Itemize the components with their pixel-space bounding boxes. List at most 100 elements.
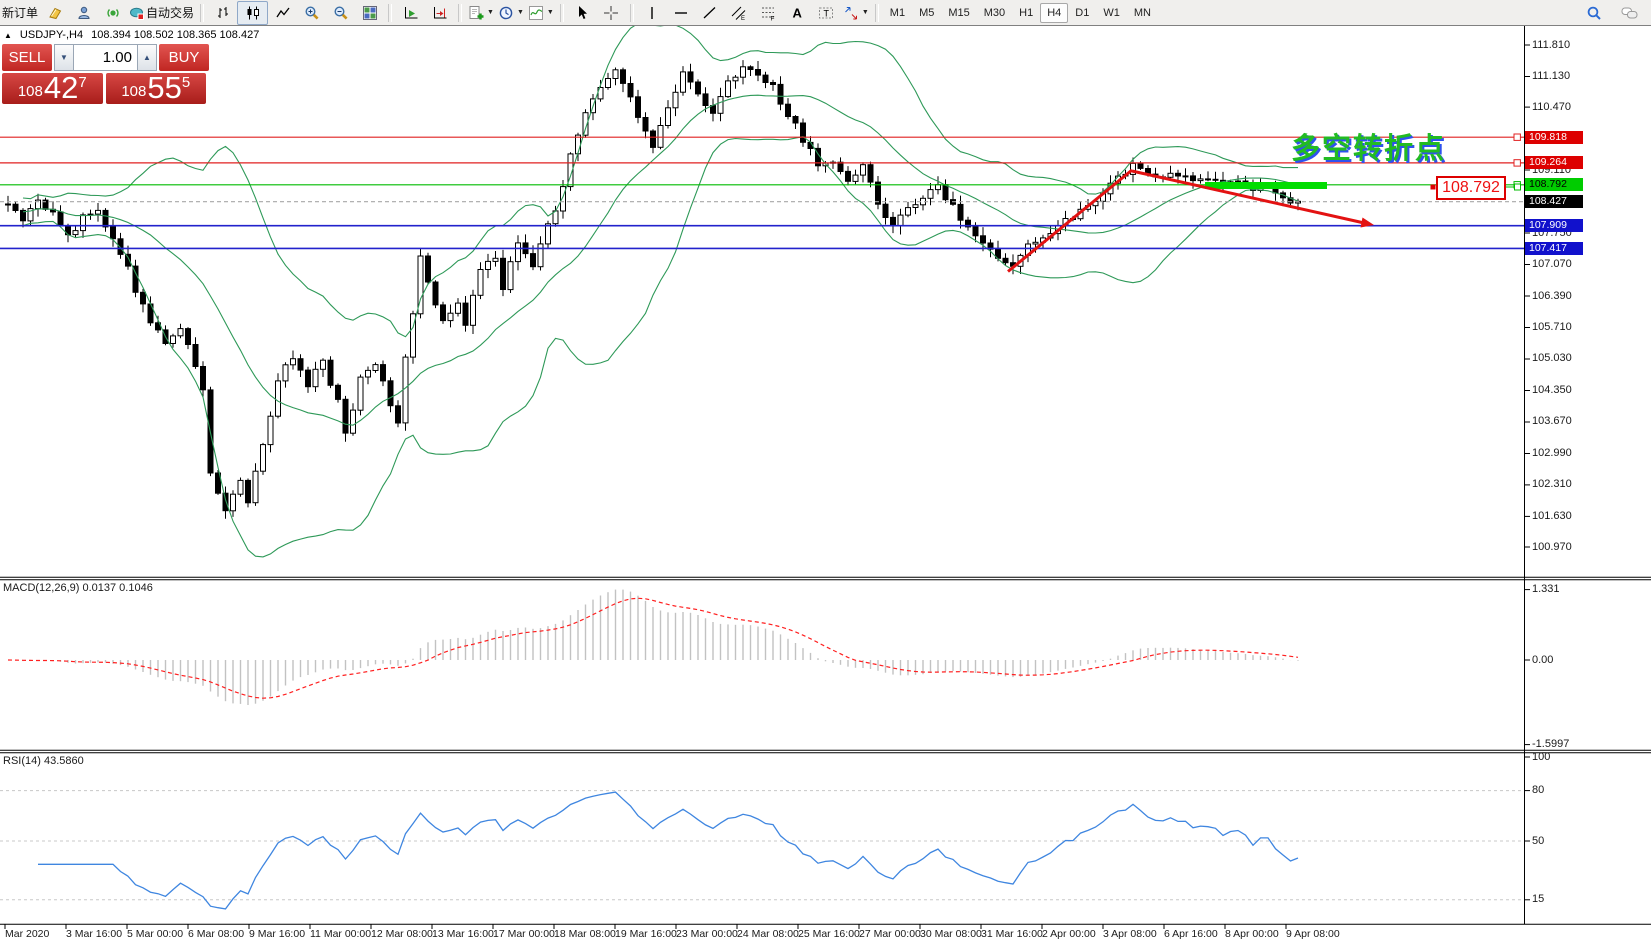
turning-point-annotation: 多空转折点	[1291, 125, 1446, 167]
rsi-axis-tick: 100	[1532, 751, 1550, 763]
hline-price-badge: 107.417	[1525, 242, 1583, 255]
text-button[interactable]: A	[783, 2, 812, 24]
periods-button[interactable]: ▼	[496, 2, 526, 24]
toolbar: 新订单 自动交易 ▼ ▼ ▼ EFAT ▼ M1M5M15M30H1H4D1W1MN	[0, 0, 1651, 26]
time-axis-label: 12 Mar 08:00	[371, 928, 433, 940]
price-axis-tick: 100.970	[1532, 541, 1572, 553]
sell-button[interactable]: SELL	[2, 44, 52, 71]
line-chart-button[interactable]	[268, 2, 297, 24]
toolbar-separator	[458, 4, 462, 22]
text-icon: A	[789, 5, 805, 21]
time-axis-label: 13 Mar 16:00	[432, 928, 494, 940]
horizontal-line-button[interactable]	[667, 2, 696, 24]
cursor-icon	[574, 5, 590, 21]
chat-button[interactable]	[1614, 2, 1643, 24]
signal-icon	[105, 5, 121, 21]
time-axis-label: 19 Mar 16:00	[615, 928, 677, 940]
timeframe-m1-button[interactable]: M1	[883, 3, 912, 23]
timeframe-d1-button[interactable]: D1	[1068, 3, 1096, 23]
indicators-button[interactable]: ▼	[526, 2, 556, 24]
time-axis-label: 23 Mar 00:00	[676, 928, 738, 940]
zoom-out-button[interactable]	[326, 2, 355, 24]
mt4-application-window: 新订单 自动交易 ▼ ▼ ▼ EFAT ▼ M1M5M15M30H1H4D1W1MN ▲ US…	[0, 0, 1651, 945]
one-click-trading-panel: SELL ▼ ▲ BUY 108 42 7 108 55 5	[2, 44, 206, 104]
time-axis-label: 2 Apr 00:00	[1042, 928, 1096, 940]
search-button[interactable]	[1579, 2, 1608, 24]
timeframe-h4-button[interactable]: H4	[1040, 3, 1068, 23]
chevron-down-icon[interactable]: ▼	[517, 9, 524, 16]
autotrading-button[interactable]: 自动交易	[127, 2, 196, 24]
price-axis-tick: 111.130	[1532, 70, 1570, 82]
fibonacci-button[interactable]: F	[754, 2, 783, 24]
time-axis-label: 9 Apr 08:00	[1286, 928, 1340, 940]
timeframe-m15-button[interactable]: M15	[941, 3, 976, 23]
time-axis-label: Mar 2020	[5, 928, 49, 940]
toolbar-separator	[200, 4, 204, 22]
crosshair-button[interactable]	[597, 2, 626, 24]
arrows-button[interactable]: ▼	[841, 2, 871, 24]
equidistant-channel-button[interactable]: E	[725, 2, 754, 24]
rsi-indicator-label: RSI(14) 43.5860	[3, 755, 84, 767]
price-axis-tick: 106.390	[1532, 290, 1572, 302]
volume-input[interactable]	[74, 44, 137, 71]
macd-axis-tick: -1.5997	[1532, 738, 1569, 750]
chart-ohlc-values: 108.394 108.502 108.365 108.427	[91, 29, 259, 41]
new-chart-icon	[468, 5, 484, 21]
price-axis-tick: 103.670	[1532, 415, 1572, 427]
time-axis-label: 6 Mar 08:00	[188, 928, 244, 940]
trendline-button[interactable]	[696, 2, 725, 24]
toolbar-left-group: 新订单 自动交易 ▼ ▼ ▼ EFAT ▼ M1M5M15M30H1H4D1W1MN	[0, 0, 1158, 25]
tile-windows-button[interactable]	[355, 2, 384, 24]
volume-increase-button[interactable]: ▲	[137, 44, 157, 71]
sell-big-figure: 108	[18, 83, 43, 100]
timeframe-w1-button[interactable]: W1	[1096, 3, 1127, 23]
indicators-icon	[528, 5, 544, 21]
price-axis-tick: 110.470	[1532, 101, 1571, 113]
auto-scroll-button[interactable]	[396, 2, 425, 24]
cursor-button[interactable]	[568, 2, 597, 24]
journal-button[interactable]	[40, 2, 69, 24]
market-watch-button[interactable]	[98, 2, 127, 24]
chevron-down-icon[interactable]: ▼	[862, 9, 869, 16]
sell-pips: 42	[44, 74, 78, 103]
new-chart-button[interactable]: ▼	[466, 2, 496, 24]
toolbar-right-group	[1579, 2, 1651, 24]
time-axis-label: 25 Mar 16:00	[798, 928, 860, 940]
search-icon	[1586, 5, 1602, 21]
sell-price-display[interactable]: 108 42 7	[2, 73, 103, 104]
timeframe-h1-button[interactable]: H1	[1012, 3, 1040, 23]
profile-icon	[76, 5, 92, 21]
buy-button[interactable]: BUY	[159, 44, 209, 71]
hline-price-badge: 108.792	[1525, 178, 1583, 191]
timeframe-mn-button[interactable]: MN	[1127, 3, 1158, 23]
trendline-icon	[702, 5, 718, 21]
timeframe-m5-button[interactable]: M5	[912, 3, 941, 23]
price-level-callout[interactable]: 108.792	[1436, 176, 1506, 200]
profile-button[interactable]	[69, 2, 98, 24]
vertical-line-button[interactable]	[638, 2, 667, 24]
volume-decrease-button[interactable]: ▼	[54, 44, 74, 71]
candlestick-chart-button[interactable]	[237, 1, 268, 25]
time-axis-label: 6 Apr 16:00	[1164, 928, 1218, 940]
rsi-axis-tick: 15	[1532, 893, 1544, 905]
vline-icon	[644, 5, 660, 21]
time-axis-label: 27 Mar 00:00	[859, 928, 921, 940]
bar-chart-button[interactable]	[208, 2, 237, 24]
zoom-in-button[interactable]	[297, 2, 326, 24]
chart-shift-button[interactable]	[425, 2, 454, 24]
fibonacci-icon: F	[760, 5, 776, 21]
chart-symbol-period: USDJPY-,H4	[20, 29, 83, 41]
timeframe-m30-button[interactable]: M30	[977, 3, 1012, 23]
time-axis-label: 8 Apr 00:00	[1225, 928, 1279, 940]
chevron-down-icon[interactable]: ▼	[487, 9, 494, 16]
sell-pipette: 7	[78, 74, 86, 91]
chart-shift-icon	[432, 5, 448, 21]
macd-axis-tick: 0.00	[1532, 654, 1553, 666]
text-label-button[interactable]: T	[812, 2, 841, 24]
hline-price-badge: 109.264	[1525, 156, 1583, 169]
candlestick-icon	[245, 5, 261, 21]
buy-price-display[interactable]: 108 55 5	[106, 73, 207, 104]
chevron-down-icon[interactable]: ▼	[547, 9, 554, 16]
new-order-button[interactable]: 新订单	[0, 2, 40, 24]
collapse-triangle-icon[interactable]: ▲	[4, 31, 12, 40]
